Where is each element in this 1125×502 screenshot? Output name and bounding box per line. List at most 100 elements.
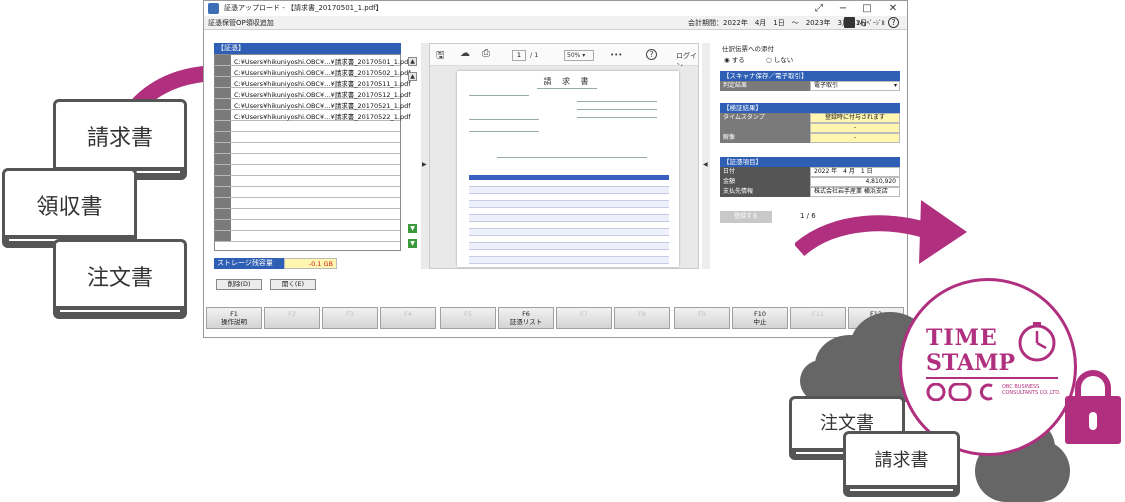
chevron-left-icon: ◀ (703, 161, 708, 168)
f11-button[interactable]: F11 (790, 307, 846, 329)
f9-button[interactable]: F9 (674, 307, 730, 329)
obc-logo (926, 383, 993, 401)
close-button[interactable]: ✕ (884, 1, 902, 16)
radio-attach-yes[interactable]: ◉ する (724, 54, 745, 64)
stamp-divider (926, 377, 1058, 379)
file-row[interactable] (215, 132, 400, 143)
f1-button[interactable]: F1 操作説明 (206, 307, 262, 329)
file-row[interactable] (215, 154, 400, 165)
storage-label: ストレージ残容量 (214, 258, 284, 269)
page-total: / 1 (530, 51, 539, 59)
register-button[interactable]: 登録する (720, 211, 772, 223)
file-list: C:¥Users¥hikuniyoshi.OBC¥…¥請求書_20170501_… (214, 54, 411, 251)
left-splitter[interactable]: ▶ (421, 43, 429, 269)
verify-row-3-key: 解像 (720, 133, 810, 143)
help-icon[interactable]: ? (888, 17, 899, 28)
upload-cloud-icon[interactable]: ☁ (460, 48, 470, 59)
timestamp-row: タイムスタンプ 登録時に付与されます (720, 113, 900, 123)
file-row[interactable] (215, 231, 400, 242)
f7-button[interactable]: F7 (556, 307, 612, 329)
verify-row-2: - (720, 123, 900, 133)
date-row: 日付 2022 年 4 月 1 日 (720, 167, 900, 177)
storage-value: -0.1 GB (284, 258, 337, 269)
radio-attach-no[interactable]: ○ しない (766, 54, 793, 64)
scan-section-header: 【スキャナ保存／電子取引】 (720, 71, 900, 81)
document-page: 請 求 書 (457, 71, 679, 267)
breadcrumb: 証憑保管OP領収追加 (208, 19, 274, 27)
move-bottom-button[interactable]: ▼ (408, 239, 417, 248)
maximize-button[interactable]: □ (858, 1, 876, 16)
delete-button[interactable]: 削除(D) (216, 279, 262, 290)
file-row[interactable] (215, 198, 400, 209)
f5-button[interactable]: F5 (440, 307, 496, 329)
file-row[interactable]: C:¥Users¥hikuniyoshi.OBC¥…¥請求書_20170511_… (215, 77, 411, 88)
lock-keyhole (1089, 412, 1097, 430)
document-order-icon: 注文書 (53, 239, 187, 319)
file-row[interactable] (215, 187, 400, 198)
minimize-button[interactable]: − (834, 1, 852, 16)
obc-company-name: OBC BUSINESS CONSULTANTS CO.,LTD. (1002, 384, 1061, 396)
document-invoice-label: 請求書 (874, 450, 929, 471)
expand-icon[interactable]: ⤢ (810, 1, 828, 16)
judge-row: 判定結果 電子取引 ▾ (720, 81, 900, 91)
mypage-link[interactable]: MyﾍﾟｰｼﾞⅡ (858, 18, 885, 27)
file-row[interactable]: C:¥Users¥hikuniyoshi.OBC¥…¥請求書_20170502_… (215, 66, 411, 77)
file-row[interactable] (215, 176, 400, 187)
viewer-help-icon[interactable]: ? (646, 49, 657, 60)
f3-button[interactable]: F3 (322, 307, 378, 329)
clock-icon (1018, 322, 1056, 362)
document-area: 請 求 書 (430, 66, 698, 268)
move-up-button[interactable]: ▲ (408, 72, 417, 81)
file-path: C:¥Users¥hikuniyoshi.OBC¥…¥請求書_20170501_… (234, 58, 411, 66)
date-field[interactable]: 2022 年 4 月 1 日 (810, 167, 900, 177)
title-bar: 証憑アップロード - 【請求書_20170501_1.pdf】 ⤢ − □ ✕ (204, 1, 907, 16)
zoom-select[interactable]: 50% ▾ (564, 50, 594, 61)
chevron-right-icon: ▶ (422, 161, 427, 168)
open-button[interactable]: 開く(E) (270, 279, 316, 290)
function-key-bar: F1 操作説明 F2 F3 F4 F5 F6 証憑リスト F7 F8 F9 F10 中… (204, 307, 907, 331)
timestamp-value: 登録時に付与されます (810, 113, 900, 123)
file-row[interactable] (215, 209, 400, 220)
window-title: 証憑アップロード - 【請求書_20170501_1.pdf】 (224, 4, 383, 12)
items-section-header: 【証憑項目】 (720, 157, 900, 167)
file-path: C:¥Users¥hikuniyoshi.OBC¥…¥請求書_20170502_… (234, 69, 411, 77)
more-options-icon[interactable]: ••• (610, 51, 622, 59)
f2-button[interactable]: F2 (264, 307, 320, 329)
attach-caption: 仕訳伝票への添付 (722, 45, 774, 53)
move-top-button[interactable]: ▲ (408, 57, 417, 66)
f6-button[interactable]: F6 証憑リスト (498, 307, 554, 329)
document-invoice-icon: 請求書 (843, 431, 960, 497)
f8-button[interactable]: F8 (614, 307, 670, 329)
date-key: 日付 (720, 167, 810, 177)
menu-bar: 証憑保管OP領収追加 会計期間：2022年 4月 1日 ～ 2023年 3月 3… (204, 16, 907, 30)
verify-row-2-value: - (810, 123, 900, 133)
save-icon[interactable]: 🖫 (436, 48, 445, 65)
judge-key: 判定結果 (720, 81, 810, 91)
file-path: C:¥Users¥hikuniyoshi.OBC¥…¥請求書_20170522_… (234, 113, 411, 121)
file-path: C:¥Users¥hikuniyoshi.OBC¥…¥請求書_20170521_… (234, 102, 411, 110)
print-icon[interactable]: ⎙ (482, 48, 490, 59)
file-row[interactable]: C:¥Users¥hikuniyoshi.OBC¥…¥請求書_20170501_… (215, 55, 411, 66)
f10-button[interactable]: F10 中止 (732, 307, 788, 329)
file-row[interactable]: C:¥Users¥hikuniyoshi.OBC¥…¥請求書_20170522_… (215, 110, 411, 121)
judge-select[interactable]: 電子取引 ▾ (810, 81, 900, 91)
mypage-icon[interactable] (844, 17, 855, 28)
move-down-button[interactable]: ▼ (408, 224, 417, 233)
verify-section-header: 【検証結果】 (720, 103, 900, 113)
app-window: 証憑アップロード - 【請求書_20170501_1.pdf】 ⤢ − □ ✕ … (203, 0, 908, 338)
judge-value: 電子取引 (814, 82, 839, 89)
pdf-viewer: 🖫 ☁ ⎙ 1 / 1 50% ▾ ••• ? ログイン 請 求 書 (429, 43, 699, 269)
document-invoice-label: 請求書 (86, 126, 153, 151)
file-row[interactable] (215, 220, 400, 231)
file-row[interactable]: C:¥Users¥hikuniyoshi.OBC¥…¥請求書_20170521_… (215, 99, 411, 110)
file-row[interactable] (215, 165, 400, 176)
right-splitter[interactable]: ◀ (702, 43, 710, 269)
f4-button[interactable]: F4 (380, 307, 436, 329)
file-row[interactable]: C:¥Users¥hikuniyoshi.OBC¥…¥請求書_20170512_… (215, 88, 411, 99)
verify-row-3: 解像 - (720, 133, 900, 143)
file-row[interactable] (215, 143, 400, 154)
timestamp-key: タイムスタンプ (720, 113, 810, 123)
file-row[interactable] (215, 121, 400, 132)
page-number-input[interactable]: 1 (512, 50, 526, 61)
document-receipt-icon: 領収書 (2, 168, 137, 248)
